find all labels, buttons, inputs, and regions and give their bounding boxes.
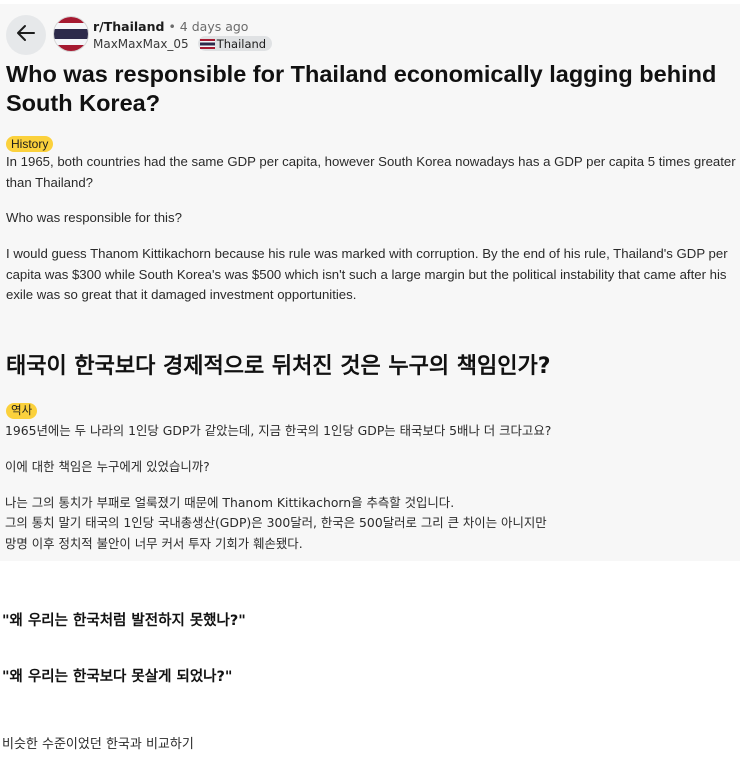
post-meta: r/Thailand • 4 days ago — [93, 19, 248, 34]
arrow-left-icon — [15, 22, 37, 48]
translated-line-2: 이에 대한 책임은 누구에게 있었습니까? — [5, 459, 210, 474]
post-flair-tag[interactable]: History — [6, 136, 54, 152]
translated-line-3: 나는 그의 통치가 부패로 얼룩졌기 때문에 Thanom Kittikacho… — [5, 495, 455, 510]
translated-line-1: 1965년에는 두 나라의 1인당 GDP가 같았는데, 지금 한국의 1인당 … — [5, 423, 552, 438]
thailand-flag-icon — [54, 17, 88, 51]
user-flair: Thailand — [197, 36, 273, 51]
post-time: 4 days ago — [179, 19, 249, 34]
commentary-quote-1: "왜 우리는 한국처럼 발전하지 못했나?" — [2, 613, 246, 629]
meta-separator: • — [168, 19, 176, 34]
post-body-paragraph-2: Who was responsible for this? — [6, 210, 182, 225]
commentary-quote-2: "왜 우리는 한국보다 못살게 되었나?" — [2, 669, 233, 685]
thailand-flag-icon — [199, 38, 215, 49]
translated-line-5: 망명 이후 정치적 불안이 너무 커서 투자 기회가 훼손됐다. — [5, 536, 303, 551]
subreddit-avatar[interactable] — [53, 16, 89, 52]
translated-title: 태국이 한국보다 경제적으로 뒤처진 것은 누구의 책임인가? — [6, 354, 551, 379]
author-line: MaxMaxMax_05 Thailand — [93, 36, 273, 51]
back-button[interactable] — [6, 15, 46, 55]
translated-flair-tag: 역사 — [6, 403, 38, 419]
subreddit-link[interactable]: r/Thailand — [93, 19, 164, 34]
post-title: Who was responsible for Thailand economi… — [6, 61, 717, 116]
commentary-closing: 비슷한 수준이었던 한국과 비교하기 — [2, 737, 194, 752]
user-flair-label: Thailand — [216, 36, 267, 51]
translated-line-4: 그의 통치 말기 태국의 1인당 국내총생산(GDP)은 300달러, 한국은 … — [5, 515, 547, 530]
post-body-paragraph-1: In 1965, both countries had the same GDP… — [6, 154, 736, 190]
author-link[interactable]: MaxMaxMax_05 — [93, 37, 189, 51]
post-body-paragraph-3: I would guess Thanom Kittikachorn becaus… — [6, 246, 728, 302]
